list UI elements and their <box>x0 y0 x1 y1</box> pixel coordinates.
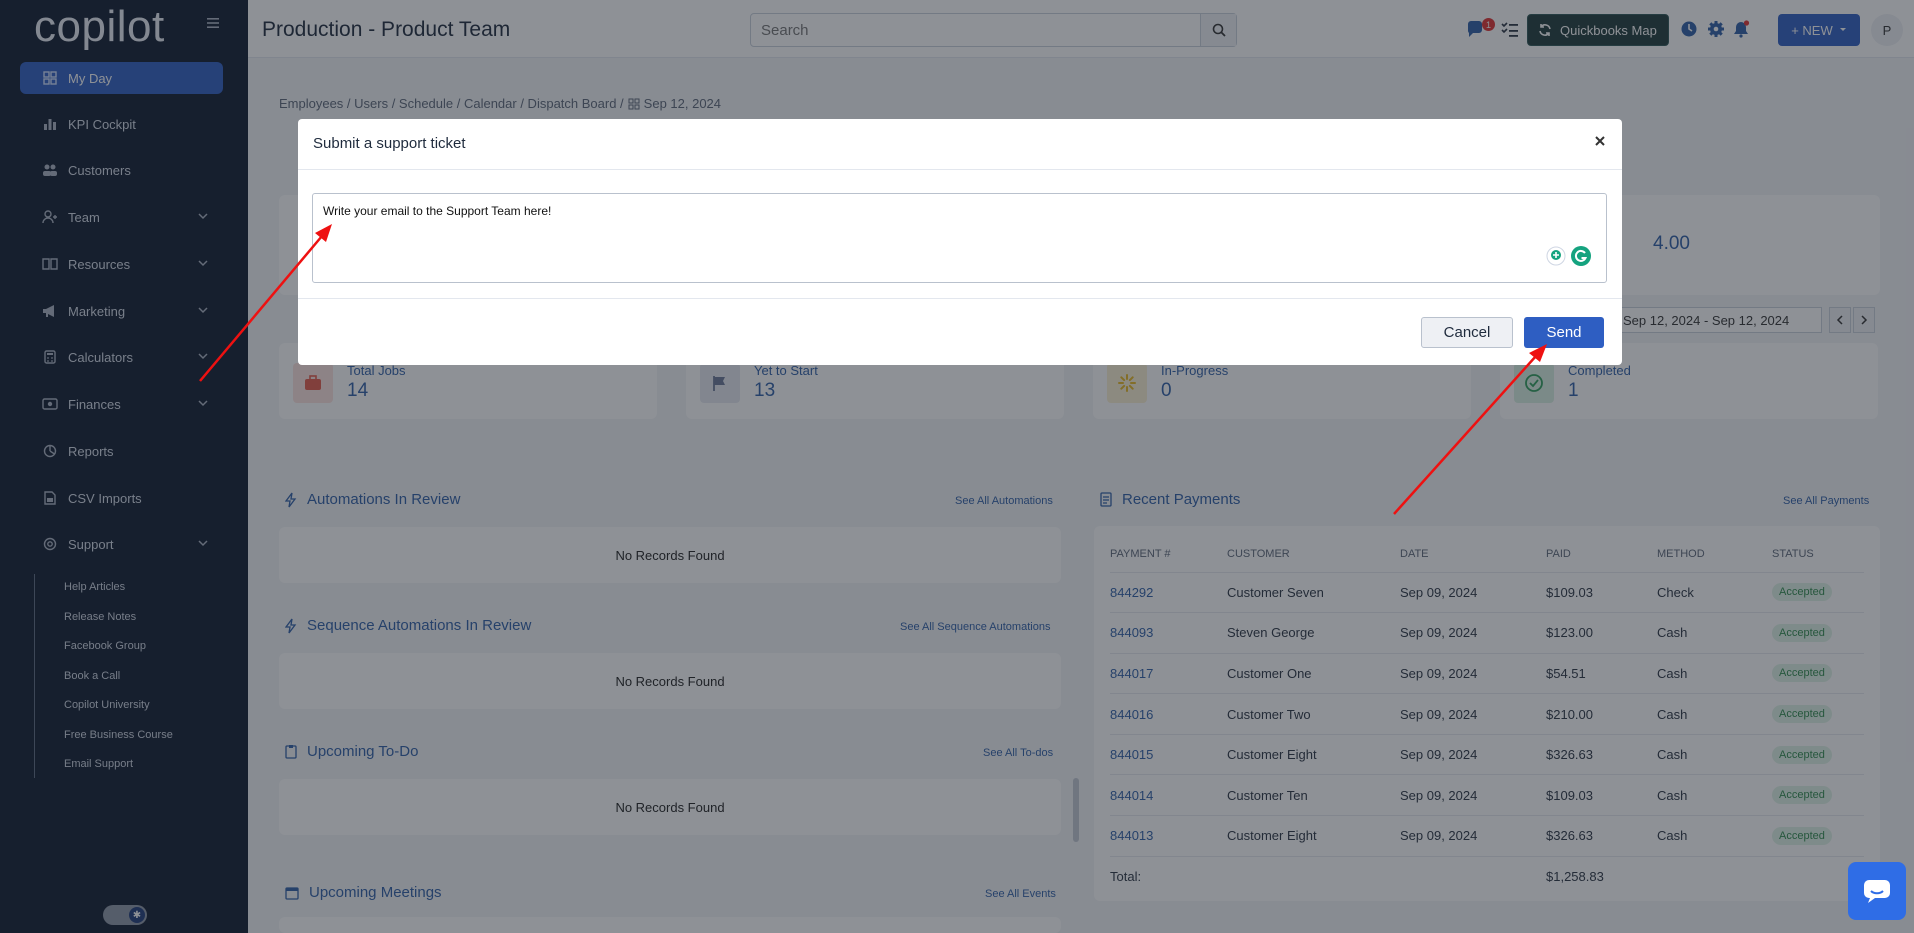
send-button[interactable]: Send <box>1524 317 1604 348</box>
support-ticket-modal: Submit a support ticket Write your email… <box>298 119 1622 365</box>
close-button[interactable] <box>1592 133 1608 149</box>
grammarly-icon <box>1571 246 1591 266</box>
cancel-button[interactable]: Cancel <box>1421 317 1513 348</box>
modal-header-divider <box>298 169 1622 170</box>
writing-assistant-widget[interactable] <box>1546 245 1596 267</box>
modal-footer-divider <box>298 298 1622 299</box>
lightbulb-plus-icon <box>1546 246 1566 266</box>
chat-bubble-icon <box>1864 880 1890 903</box>
support-message-textarea[interactable]: Write your email to the Support Team her… <box>312 193 1607 283</box>
close-icon <box>1595 136 1605 146</box>
modal-title: Submit a support ticket <box>313 135 466 152</box>
chat-widget-button[interactable] <box>1848 862 1906 920</box>
